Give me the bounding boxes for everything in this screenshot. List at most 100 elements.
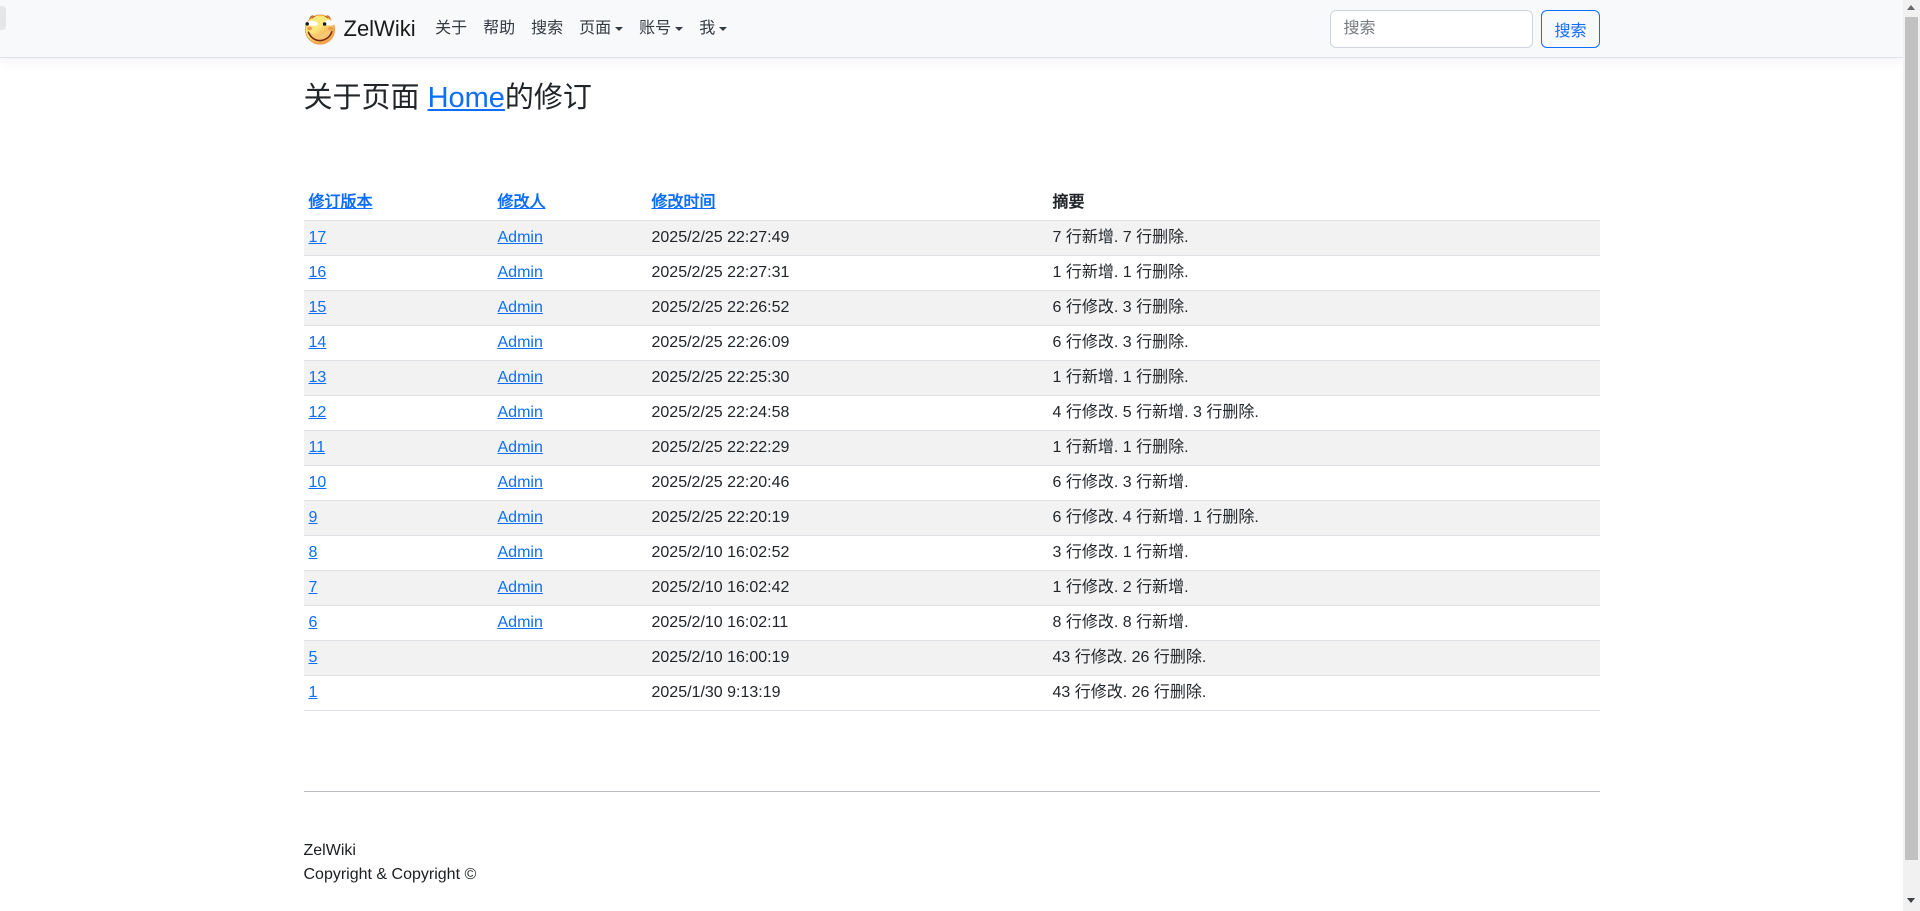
summary-cell: 8 行修改. 8 行新增. xyxy=(1048,606,1600,641)
revision-row: 8 Admin 2025/2/10 16:02:523 行修改. 1 行新增. xyxy=(304,536,1600,571)
author-link[interactable]: Admin xyxy=(498,509,543,526)
revision-cell: 9 xyxy=(304,501,493,536)
revision-link[interactable]: 16 xyxy=(309,264,327,281)
author-link[interactable]: Admin xyxy=(498,264,543,281)
time-cell: 2025/2/25 22:24:58 xyxy=(647,396,1048,431)
summary-cell: 3 行修改. 1 行新增. xyxy=(1048,536,1600,571)
nav-item-4[interactable]: 账号 xyxy=(631,10,691,47)
summary-cell: 43 行修改. 26 行删除. xyxy=(1048,676,1600,711)
summary-cell: 43 行修改. 26 行删除. xyxy=(1048,641,1600,676)
revision-row: 13Admin2025/2/25 22:25:301 行新增. 1 行删除. xyxy=(304,361,1600,396)
author-link[interactable]: Admin xyxy=(498,474,543,491)
author-cell xyxy=(493,641,647,676)
column-header-0: 修订版本 xyxy=(304,186,493,221)
navbar-search-form: 搜索 xyxy=(1330,10,1599,48)
author-link[interactable]: Admin xyxy=(498,439,543,456)
author-cell: Admin xyxy=(493,536,647,571)
column-header-2: 修改时间 xyxy=(647,186,1048,221)
time-cell: 2025/2/25 22:22:29 xyxy=(647,431,1048,466)
time-cell: 2025/2/10 16:02:11 xyxy=(647,606,1048,641)
scrollbar-down-arrow-icon[interactable] xyxy=(1907,898,1915,903)
author-link[interactable]: Admin xyxy=(498,404,543,421)
search-input[interactable] xyxy=(1330,10,1533,48)
revision-link[interactable]: 8 xyxy=(309,544,318,561)
revision-link[interactable]: 17 xyxy=(309,229,327,246)
author-cell: Admin xyxy=(493,326,647,361)
edge-peek-tab xyxy=(0,6,6,30)
author-link[interactable]: Admin xyxy=(498,334,543,351)
revision-cell: 15 xyxy=(304,291,493,326)
revision-link[interactable]: 6 xyxy=(309,614,318,631)
revision-link[interactable]: 5 xyxy=(309,649,318,666)
revision-link[interactable]: 1 xyxy=(309,684,318,701)
page-home-link[interactable]: Home xyxy=(428,82,505,114)
revision-link[interactable]: 15 xyxy=(309,299,327,316)
revision-row: 9Admin2025/2/25 22:20:196 行修改. 4 行新增. 1 … xyxy=(304,501,1600,536)
revision-row: 6 Admin 2025/2/10 16:02:118 行修改. 8 行新增. xyxy=(304,606,1600,641)
revision-link[interactable]: 11 xyxy=(309,439,326,456)
author-cell: Admin xyxy=(493,606,647,641)
revision-link[interactable]: 9 xyxy=(309,509,318,526)
revision-cell: 17 xyxy=(304,221,493,256)
revision-row: 12Admin2025/2/25 22:24:584 行修改. 5 行新增. 3… xyxy=(304,396,1600,431)
nav-item-1[interactable]: 帮助 xyxy=(475,10,523,47)
nav-item-3[interactable]: 页面 xyxy=(571,10,631,47)
revision-cell: 8 xyxy=(304,536,493,571)
revision-cell: 12 xyxy=(304,396,493,431)
summary-cell: 1 行新增. 1 行删除. xyxy=(1048,256,1600,291)
author-cell: Admin xyxy=(493,466,647,501)
revision-link[interactable]: 12 xyxy=(309,404,327,421)
revision-cell: 10 xyxy=(304,466,493,501)
footer-brand: ZelWiki xyxy=(304,839,1600,863)
revision-cell: 7 xyxy=(304,571,493,606)
nav-item-2[interactable]: 搜索 xyxy=(523,10,571,47)
search-button[interactable]: 搜索 xyxy=(1541,10,1599,48)
scrollbar-thumb[interactable] xyxy=(1905,17,1918,860)
summary-cell: 1 行新增. 1 行删除. xyxy=(1048,431,1600,466)
author-cell: Admin xyxy=(493,431,647,466)
revision-cell: 16 xyxy=(304,256,493,291)
revision-table: 修订版本修改人修改时间摘要 17Admin2025/2/25 22:27:497… xyxy=(304,186,1600,711)
column-sort-link-2[interactable]: 修改时间 xyxy=(652,194,716,211)
column-header-1: 修改人 xyxy=(493,186,647,221)
revision-link[interactable]: 10 xyxy=(309,474,327,491)
nav-item-0[interactable]: 关于 xyxy=(427,10,475,47)
browser-scrollbar[interactable] xyxy=(1903,0,1920,911)
author-cell: Admin xyxy=(493,291,647,326)
column-sort-link-1[interactable]: 修改人 xyxy=(498,194,546,211)
time-cell: 2025/2/25 22:20:19 xyxy=(647,501,1048,536)
time-cell: 2025/2/10 16:02:52 xyxy=(647,536,1048,571)
author-link[interactable]: Admin xyxy=(498,369,543,386)
revision-row: 7Admin2025/2/10 16:02:421 行修改. 2 行新增. xyxy=(304,571,1600,606)
author-link[interactable]: Admin xyxy=(498,544,543,561)
author-cell: Admin xyxy=(493,361,647,396)
revision-link[interactable]: 14 xyxy=(309,334,327,351)
brand-link[interactable]: ZelWiki xyxy=(304,13,416,45)
author-link[interactable]: Admin xyxy=(498,614,543,631)
summary-cell: 6 行修改. 3 行新增. xyxy=(1048,466,1600,501)
smiley-logo-icon xyxy=(304,13,336,45)
brand-text: ZelWiki xyxy=(344,16,416,42)
revision-link[interactable]: 7 xyxy=(309,579,318,596)
author-link[interactable]: Admin xyxy=(498,299,543,316)
revision-row: 17Admin2025/2/25 22:27:497 行新增. 7 行删除. xyxy=(304,221,1600,256)
summary-cell: 7 行新增. 7 行删除. xyxy=(1048,221,1600,256)
revision-cell: 11 xyxy=(304,431,493,466)
summary-cell: 1 行新增. 1 行删除. xyxy=(1048,361,1600,396)
revision-row: 52025/2/10 16:00:1943 行修改. 26 行删除. xyxy=(304,641,1600,676)
page-title: 关于页面 Home的修订 xyxy=(304,81,1600,116)
revision-cell: 14 xyxy=(304,326,493,361)
footer-copyright: Copyright & Copyright © xyxy=(304,863,1600,887)
nav-item-5[interactable]: 我 xyxy=(691,10,735,47)
column-sort-link-0[interactable]: 修订版本 xyxy=(309,194,373,211)
author-cell: Admin xyxy=(493,256,647,291)
author-link[interactable]: Admin xyxy=(498,229,543,246)
scrollbar-up-arrow-icon[interactable] xyxy=(1907,5,1915,10)
author-link[interactable]: Admin xyxy=(498,579,543,596)
time-cell: 2025/2/25 22:20:46 xyxy=(647,466,1048,501)
revision-link[interactable]: 13 xyxy=(309,369,327,386)
author-cell: Admin xyxy=(493,571,647,606)
dropdown-caret-icon xyxy=(675,27,683,31)
navbar-menu: 关于帮助搜索页面账号我 xyxy=(427,10,735,47)
footer-divider xyxy=(304,791,1600,792)
